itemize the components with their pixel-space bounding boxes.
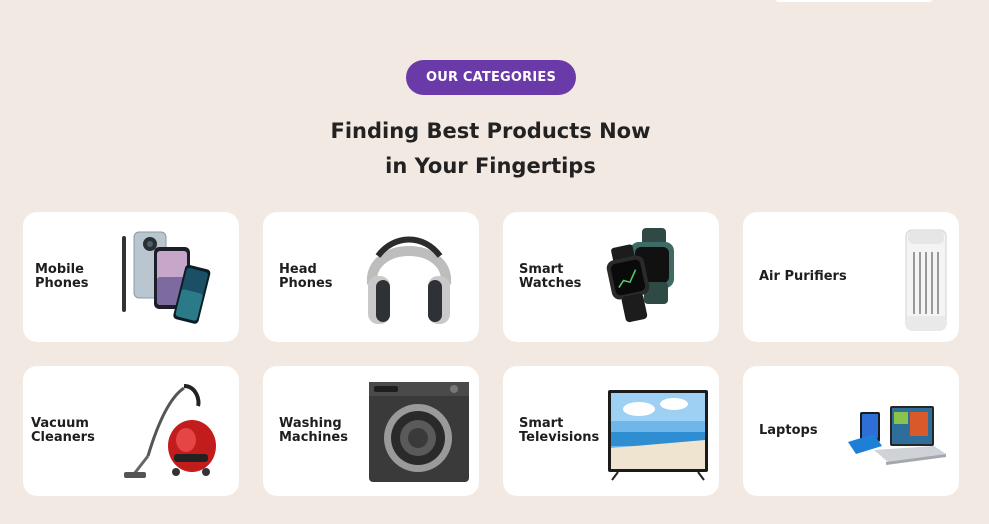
air-purifier-icon bbox=[834, 222, 949, 332]
category-card-laptops[interactable]: Laptops bbox=[743, 366, 959, 496]
section-heading: Finding Best Products Now in Your Finger… bbox=[0, 114, 981, 184]
headphones-icon bbox=[354, 222, 469, 332]
television-icon bbox=[594, 376, 709, 486]
category-card-air-purifiers[interactable]: Air Purifiers bbox=[743, 212, 959, 342]
vacuum-cleaner-icon bbox=[114, 376, 229, 486]
category-card-washing-machines[interactable]: Washing Machines bbox=[263, 366, 479, 496]
category-label: Vacuum Cleaners bbox=[31, 416, 95, 445]
heading-line-2: in Your Fingertips bbox=[385, 154, 596, 178]
our-categories-badge: OUR CATEGORIES bbox=[406, 60, 576, 95]
top-input-edge bbox=[775, 0, 933, 2]
laptop-icon bbox=[834, 376, 949, 486]
smartphones-icon bbox=[114, 222, 229, 332]
categories-section: OUR CATEGORIES Finding Best Products Now… bbox=[0, 0, 989, 524]
heading-line-1: Finding Best Products Now bbox=[330, 119, 651, 143]
washing-machine-icon bbox=[354, 376, 469, 486]
category-card-smart-televisions[interactable]: Smart Televisions bbox=[503, 366, 719, 496]
smartwatch-icon bbox=[594, 222, 709, 332]
category-card-head-phones[interactable]: Head Phones bbox=[263, 212, 479, 342]
category-card-mobile-phones[interactable]: Mobile Phones bbox=[23, 212, 239, 342]
category-card-vacuum-cleaners[interactable]: Vacuum Cleaners bbox=[23, 366, 239, 496]
category-card-smart-watches[interactable]: Smart Watches bbox=[503, 212, 719, 342]
